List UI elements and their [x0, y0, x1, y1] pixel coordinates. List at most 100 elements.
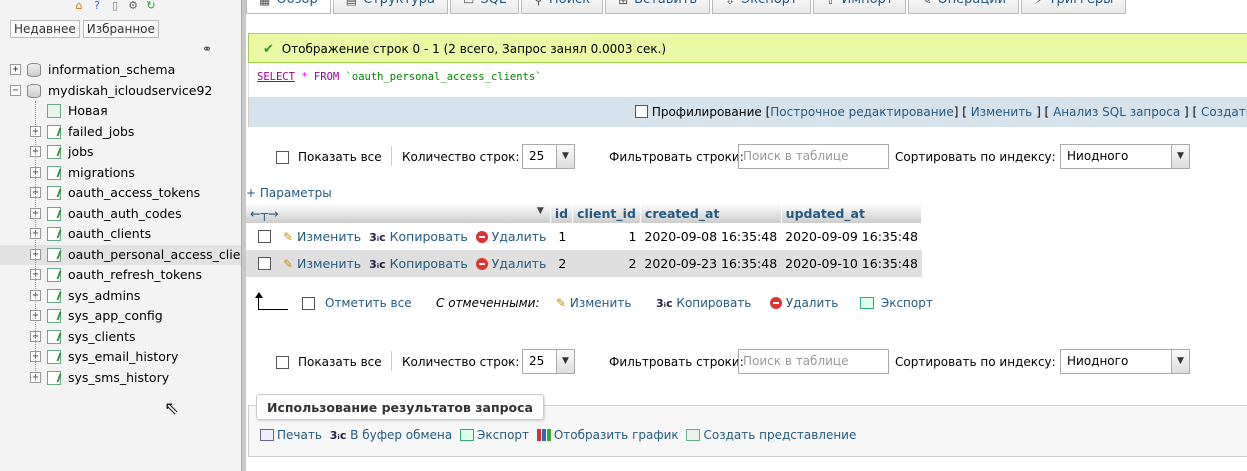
show-all-label[interactable]: Показать все: [298, 150, 382, 164]
sort-select[interactable]: Ниодного ▼: [1060, 349, 1190, 374]
print-link[interactable]: Печать: [260, 428, 326, 442]
table-label[interactable]: sys_clients: [68, 327, 136, 348]
row-delete-link[interactable]: Удалить: [492, 229, 547, 244]
tree-new-table[interactable]: Новая: [0, 101, 241, 122]
profiling-checkbox[interactable]: [635, 105, 648, 118]
home-icon[interactable]: ⌂: [72, 0, 86, 12]
row-edit-link[interactable]: Изменить: [297, 229, 361, 244]
table-row[interactable]: ✎ Изменить 3ᵢc Копировать Удалить 2 2 2020-…: [246, 250, 922, 277]
table-label[interactable]: jobs: [68, 142, 94, 163]
bulk-delete-label[interactable]: Удалить: [786, 296, 839, 310]
tree-table-item[interactable]: + oauth_personal_access_clients: [0, 244, 241, 265]
sort-select[interactable]: Ниодного ▼: [1060, 144, 1190, 169]
rows-select[interactable]: 25 ▼: [522, 144, 575, 169]
column-header-client-id[interactable]: client_id: [572, 203, 641, 223]
analyze-query-link[interactable]: Анализ SQL запроса: [1053, 105, 1180, 119]
chart-link[interactable]: Отобразить график: [536, 428, 683, 442]
table-label[interactable]: oauth_access_tokens: [68, 183, 200, 204]
create-php-link[interactable]: Создать PHP: [1201, 105, 1247, 119]
tree-table-item[interactable]: + oauth_clients: [0, 224, 241, 245]
tab-triggers[interactable]: ⚡ Триггеры: [1021, 0, 1127, 14]
tab-structure[interactable]: ▤ Структура: [332, 0, 448, 14]
profiling-label[interactable]: Профилирование: [652, 105, 762, 119]
row-checkbox[interactable]: [258, 257, 271, 270]
reload-icon[interactable]: ↻: [144, 0, 158, 12]
chart-label[interactable]: Отобразить график: [554, 428, 679, 442]
table-label[interactable]: sys_app_config: [68, 306, 163, 327]
filter-input[interactable]: Поиск в таблице: [738, 144, 889, 169]
db-label[interactable]: information_schema: [48, 60, 175, 81]
bulk-edit-button[interactable]: ✎ Изменить: [556, 296, 631, 310]
bulk-copy-label[interactable]: Копировать: [676, 296, 751, 310]
tab-import[interactable]: ⇧ Импорт: [812, 0, 907, 14]
recent-button[interactable]: Недавнее: [10, 20, 80, 38]
sort-menu-icon[interactable]: ▼: [537, 206, 544, 216]
tab-operations[interactable]: ✎ Операции: [908, 0, 1020, 14]
export-link[interactable]: Экспорт: [460, 428, 533, 442]
sql-query-box[interactable]: SELECT * FROM `oauth_personal_access_cli…: [248, 63, 1247, 97]
cell-id[interactable]: 2: [550, 250, 573, 277]
tree-table-item[interactable]: + sys_sms_history: [0, 368, 241, 389]
cell-client-id[interactable]: 1: [572, 223, 641, 250]
table-label[interactable]: oauth_auth_codes: [68, 204, 182, 225]
bulk-delete-button[interactable]: Удалить: [770, 296, 838, 310]
table-label[interactable]: sys_email_history: [68, 347, 178, 368]
print-label[interactable]: Печать: [277, 428, 322, 442]
tab-export[interactable]: ⇩ Экспорт: [712, 0, 811, 14]
row-copy-link[interactable]: Копировать: [390, 256, 468, 271]
table-label[interactable]: migrations: [68, 163, 135, 184]
column-header-created-at[interactable]: created_at: [640, 203, 782, 223]
row-copy-link[interactable]: Копировать: [390, 229, 468, 244]
collapse-icon[interactable]: −: [10, 84, 21, 96]
docs-icon[interactable]: ▯: [108, 0, 122, 12]
inline-edit-link[interactable]: Построчное редактирование: [770, 105, 954, 119]
tree-table-item[interactable]: + failed_jobs: [0, 122, 241, 143]
new-table-label[interactable]: Новая: [68, 101, 108, 122]
clipboard-label[interactable]: В буфер обмена: [350, 428, 452, 442]
tree-db-mydiskah[interactable]: − mydiskah_icloudservice92: [0, 81, 241, 102]
cell-created-at[interactable]: 2020-09-23 16:35:48: [640, 250, 782, 277]
tree-table-item[interactable]: + sys_admins: [0, 286, 241, 307]
tree-table-item[interactable]: + sys_clients: [0, 327, 241, 348]
favorites-button[interactable]: Избранное: [82, 20, 159, 38]
tree-db-information-schema[interactable]: + information_schema: [0, 60, 241, 81]
table-label[interactable]: sys_admins: [68, 286, 140, 307]
table-label[interactable]: failed_jobs: [68, 122, 134, 143]
tab-browse[interactable]: ▦ Обзор: [246, 0, 331, 14]
table-row[interactable]: ✎ Изменить 3ᵢc Копировать Удалить 1 1 2020-…: [246, 223, 922, 250]
tree-table-item[interactable]: + sys_email_history: [0, 347, 241, 368]
help-icon[interactable]: ?: [90, 0, 104, 12]
tree-table-item[interactable]: + oauth_access_tokens: [0, 183, 241, 204]
table-label[interactable]: oauth_refresh_tokens: [68, 265, 202, 286]
row-edit-link[interactable]: Изменить: [297, 256, 361, 271]
column-header-id[interactable]: id: [550, 203, 574, 223]
export-label[interactable]: Экспорт: [477, 428, 529, 442]
rows-select[interactable]: 25 ▼: [522, 349, 575, 374]
row-checkbox[interactable]: [258, 230, 271, 243]
cell-client-id[interactable]: 2: [572, 250, 641, 277]
column-header-updated-at[interactable]: updated_at: [781, 203, 923, 223]
tree-table-item[interactable]: + oauth_refresh_tokens: [0, 265, 241, 286]
cell-updated-at[interactable]: 2020-09-10 16:35:48: [781, 250, 922, 277]
edit-query-link[interactable]: Изменить: [971, 105, 1033, 119]
bulk-edit-label[interactable]: Изменить: [570, 296, 632, 310]
table-label[interactable]: oauth_clients: [68, 224, 151, 245]
tree-table-item[interactable]: + oauth_auth_codes: [0, 204, 241, 225]
create-view-label[interactable]: Создать представление: [703, 428, 856, 442]
bulk-export-label[interactable]: Экспорт: [881, 296, 933, 310]
check-all-label[interactable]: Отметить все: [325, 296, 412, 310]
bulk-export-button[interactable]: Экспорт: [860, 296, 933, 310]
filter-input[interactable]: Поиск в таблице: [738, 349, 889, 374]
tree-table-item[interactable]: + sys_app_config: [0, 306, 241, 327]
create-view-link[interactable]: Создать представление: [686, 428, 856, 442]
tree-table-item[interactable]: + jobs: [0, 142, 241, 163]
cell-updated-at[interactable]: 2020-09-09 16:35:48: [781, 223, 922, 250]
sql-select[interactable]: SELECT: [257, 71, 295, 83]
db-label[interactable]: mydiskah_icloudservice92: [48, 81, 212, 102]
show-all-checkbox[interactable]: [276, 151, 289, 164]
show-all-checkbox[interactable]: [276, 356, 289, 369]
row-delete-link[interactable]: Удалить: [492, 256, 547, 271]
show-all-label[interactable]: Показать все: [298, 355, 382, 369]
column-arrows-icon[interactable]: ←┬→: [250, 206, 278, 221]
tab-insert[interactable]: ⊞ Вставить: [605, 0, 711, 14]
